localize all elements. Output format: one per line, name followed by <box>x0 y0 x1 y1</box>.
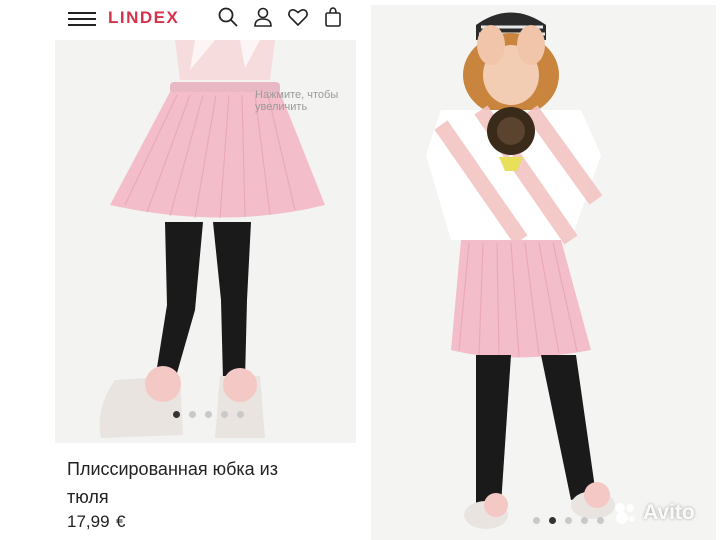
pagination-dot[interactable] <box>221 411 228 418</box>
product-photo-outfit <box>371 5 716 540</box>
pagination-dot[interactable] <box>173 411 180 418</box>
product-title: Плиссированная юбка из тюля <box>67 459 278 507</box>
product-price: 17,99 <box>67 512 110 531</box>
pagination-dot[interactable] <box>581 517 588 524</box>
pagination-dot[interactable] <box>597 517 604 524</box>
zoom-hint-text: Нажмите, чтобы увеличить <box>255 89 339 113</box>
gallery-pagination-secondary[interactable] <box>533 517 604 524</box>
brand-logo[interactable]: LINDEX <box>108 8 179 28</box>
search-icon[interactable] <box>217 6 239 28</box>
account-icon[interactable] <box>252 6 274 28</box>
top-navigation-bar: LINDEX <box>0 0 366 38</box>
avito-watermark: Avito <box>612 500 695 526</box>
menu-icon[interactable] <box>68 11 96 27</box>
product-image-full-look[interactable] <box>371 5 716 540</box>
pagination-dot[interactable] <box>533 517 540 524</box>
pagination-dot[interactable] <box>565 517 572 524</box>
gallery-pagination[interactable] <box>173 411 244 418</box>
watermark-text: Avito <box>643 501 695 524</box>
mobile-product-screen: LINDEX Нажмите, чтобы увеличить Плиссиро… <box>0 0 366 540</box>
pagination-dot[interactable] <box>205 411 212 418</box>
pagination-dot[interactable] <box>189 411 196 418</box>
pagination-dot[interactable] <box>549 517 556 524</box>
avito-logo-icon <box>615 503 635 524</box>
price-currency: € <box>116 512 126 531</box>
product-image-main[interactable]: Нажмите, чтобы увеличить <box>55 40 356 443</box>
shopping-bag-icon[interactable] <box>322 6 344 28</box>
pagination-dot[interactable] <box>237 411 244 418</box>
heart-icon[interactable] <box>287 6 309 28</box>
